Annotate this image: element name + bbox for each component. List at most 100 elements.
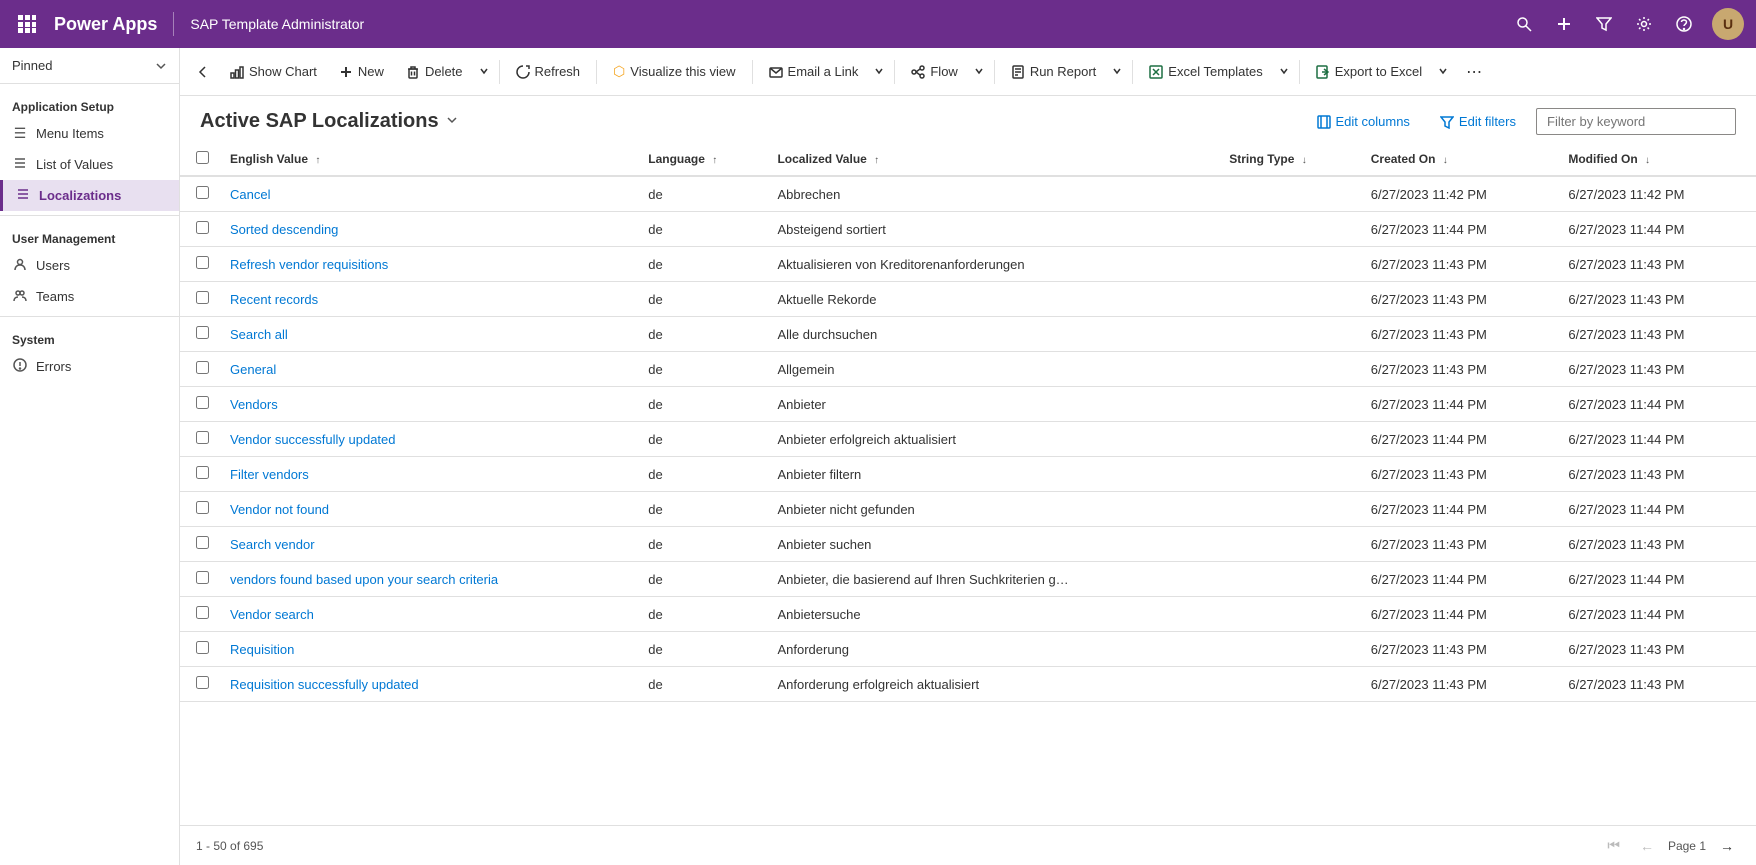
row-checkbox-cell[interactable] (180, 492, 220, 527)
row-checkbox-cell[interactable] (180, 247, 220, 282)
row-checkbox-cell[interactable] (180, 212, 220, 247)
select-all-checkbox[interactable] (196, 151, 209, 164)
english-value-link[interactable]: Sorted descending (230, 222, 338, 237)
row-checkbox[interactable] (196, 361, 209, 374)
row-checkbox[interactable] (196, 571, 209, 584)
row-checkbox-cell[interactable] (180, 317, 220, 352)
english-value-link[interactable]: General (230, 362, 276, 377)
row-checkbox-cell[interactable] (180, 352, 220, 387)
cell-created-on: 6/27/2023 11:42 PM (1361, 176, 1559, 212)
row-checkbox[interactable] (196, 466, 209, 479)
english-value-link[interactable]: Search vendor (230, 537, 315, 552)
email-dropdown[interactable] (870, 58, 888, 85)
edit-filters-button[interactable]: Edit filters (1430, 109, 1526, 134)
visualize-button[interactable]: ⬡ Visualize this view (603, 57, 746, 86)
row-checkbox-cell[interactable] (180, 597, 220, 632)
next-page-button[interactable]: → (1714, 836, 1740, 856)
globe-icon (16, 187, 30, 201)
new-button[interactable]: New (329, 58, 394, 85)
prev-page-button[interactable]: ← (1634, 836, 1660, 856)
run-report-dropdown[interactable] (1108, 58, 1126, 85)
english-value-link[interactable]: vendors found based upon your search cri… (230, 572, 498, 587)
cell-created-on: 6/27/2023 11:43 PM (1361, 667, 1559, 702)
row-checkbox[interactable] (196, 676, 209, 689)
sidebar-item-teams[interactable]: Teams (0, 281, 179, 312)
filter-keyword-input[interactable] (1536, 108, 1736, 135)
col-header-english-value[interactable]: English Value ↑ (220, 143, 638, 176)
row-checkbox-cell[interactable] (180, 457, 220, 492)
export-dropdown[interactable] (1434, 58, 1452, 85)
cell-language: de (638, 632, 767, 667)
cell-localized-value: Anbieter, die basierend auf Ihren Suchkr… (767, 562, 1219, 597)
row-checkbox[interactable] (196, 431, 209, 444)
row-checkbox-cell[interactable] (180, 632, 220, 667)
col-header-localized-value[interactable]: Localized Value ↑ (767, 143, 1219, 176)
row-checkbox[interactable] (196, 291, 209, 304)
filter-icon[interactable] (1592, 12, 1616, 36)
settings-icon[interactable] (1632, 12, 1656, 36)
english-value-link[interactable]: Vendor successfully updated (230, 432, 396, 447)
row-checkbox-cell[interactable] (180, 527, 220, 562)
row-checkbox[interactable] (196, 641, 209, 654)
delete-button[interactable]: Delete (396, 58, 473, 85)
sidebar-item-list-of-values[interactable]: List of Values (0, 149, 179, 180)
row-checkbox-cell[interactable] (180, 562, 220, 597)
waffle-menu-icon[interactable] (12, 9, 42, 39)
sidebar-item-errors[interactable]: Errors (0, 351, 179, 382)
english-value-link[interactable]: Vendors (230, 397, 278, 412)
delete-dropdown[interactable] (475, 58, 493, 85)
show-chart-button[interactable]: Show Chart (220, 58, 327, 85)
refresh-button[interactable]: Refresh (506, 58, 591, 85)
cell-string-type (1219, 632, 1360, 667)
english-value-link[interactable]: Recent records (230, 292, 318, 307)
view-title-caret[interactable] (445, 113, 459, 130)
col-header-created-on[interactable]: Created On ↓ (1361, 143, 1559, 176)
english-value-link[interactable]: Refresh vendor requisitions (230, 257, 388, 272)
run-report-button[interactable]: Run Report (1001, 58, 1106, 85)
email-link-button[interactable]: Email a Link (759, 58, 869, 85)
more-options-button[interactable]: ⋯ (1458, 56, 1490, 88)
row-checkbox[interactable] (196, 501, 209, 514)
sidebar-pinned-toggle[interactable]: Pinned (0, 48, 179, 79)
select-all-checkbox-header[interactable] (180, 143, 220, 176)
row-checkbox[interactable] (196, 396, 209, 409)
row-checkbox-cell[interactable] (180, 387, 220, 422)
row-checkbox[interactable] (196, 256, 209, 269)
col-header-modified-on[interactable]: Modified On ↓ (1558, 143, 1756, 176)
english-value-link[interactable]: Vendor search (230, 607, 314, 622)
first-page-button[interactable]: ⏮ (1601, 835, 1626, 856)
row-checkbox[interactable] (196, 326, 209, 339)
english-value-link[interactable]: Filter vendors (230, 467, 309, 482)
export-to-excel-button[interactable]: Export to Excel (1306, 58, 1432, 85)
excel-templates-dropdown[interactable] (1275, 58, 1293, 85)
row-checkbox-cell[interactable] (180, 282, 220, 317)
english-value-link[interactable]: Search all (230, 327, 288, 342)
sidebar-item-users[interactable]: Users (0, 250, 179, 281)
row-checkbox[interactable] (196, 186, 209, 199)
row-checkbox-cell[interactable] (180, 667, 220, 702)
english-value-link[interactable]: Requisition (230, 642, 294, 657)
excel-templates-button[interactable]: Excel Templates (1139, 58, 1272, 85)
add-icon[interactable] (1552, 12, 1576, 36)
row-checkbox-cell[interactable] (180, 422, 220, 457)
col-header-string-type[interactable]: String Type ↓ (1219, 143, 1360, 176)
english-value-link[interactable]: Vendor not found (230, 502, 329, 517)
view-title: Active SAP Localizations (200, 110, 459, 133)
flow-dropdown[interactable] (970, 58, 988, 85)
col-header-language[interactable]: Language ↑ (638, 143, 767, 176)
english-value-link[interactable]: Cancel (230, 187, 270, 202)
sidebar-item-localizations[interactable]: Localizations (0, 180, 179, 211)
flow-button[interactable]: Flow (901, 58, 967, 85)
row-checkbox[interactable] (196, 606, 209, 619)
row-checkbox[interactable] (196, 221, 209, 234)
avatar[interactable]: U (1712, 8, 1744, 40)
row-checkbox[interactable] (196, 536, 209, 549)
help-icon[interactable] (1672, 12, 1696, 36)
sidebar-item-menu-items[interactable]: ☰ Menu Items (0, 118, 179, 149)
cell-string-type (1219, 422, 1360, 457)
edit-columns-button[interactable]: Edit columns (1307, 109, 1420, 134)
row-checkbox-cell[interactable] (180, 176, 220, 212)
search-icon[interactable] (1512, 12, 1536, 36)
english-value-link[interactable]: Requisition successfully updated (230, 677, 419, 692)
back-button[interactable] (188, 59, 218, 85)
